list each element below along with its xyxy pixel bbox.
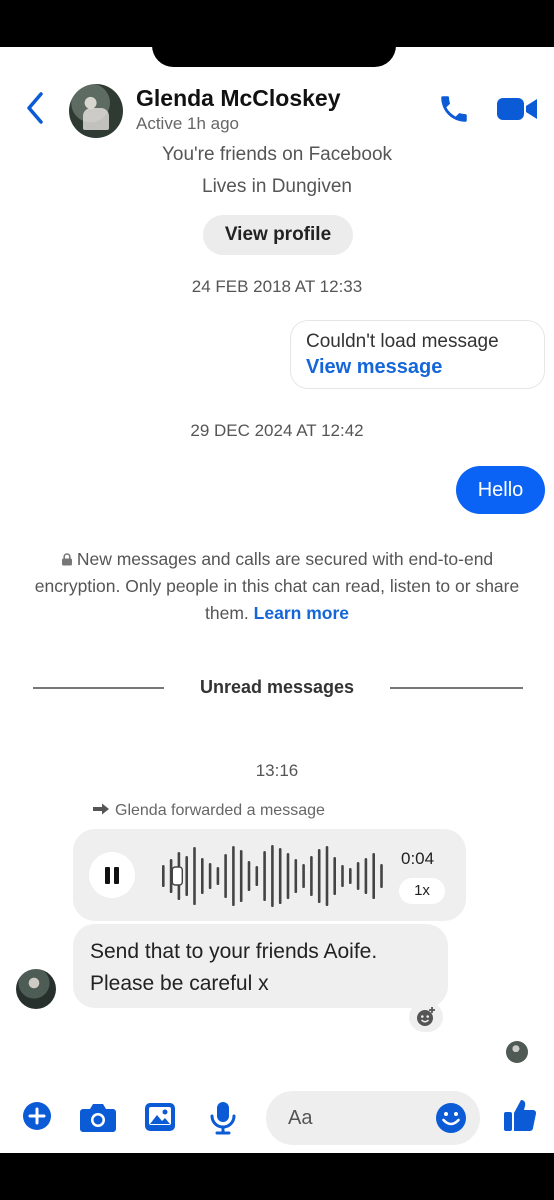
waveform-bar: [216, 867, 220, 885]
waveform-bar: [341, 865, 344, 887]
failed-message-text: Couldn't load message: [306, 331, 499, 352]
home-indicator-area: [0, 1153, 554, 1200]
camera-icon[interactable]: [79, 1101, 117, 1133]
forwarded-text: Glenda forwarded a message: [115, 802, 325, 819]
waveform-bar: [380, 864, 383, 888]
forward-arrow-icon: [93, 803, 109, 815]
waveform-bar: [286, 853, 290, 899]
timestamp: 29 DEC 2024 AT 12:42: [190, 421, 364, 440]
waveform-bar: [325, 846, 329, 906]
timestamp: 13:16: [255, 761, 299, 780]
waveform-bar: [310, 856, 313, 896]
waveform-bar: [239, 850, 243, 902]
friends-info: You're friends on Facebook: [161, 144, 393, 165]
timestamp: 24 FEB 2018 AT 12:33: [191, 277, 363, 296]
voice-message-bubble: 0:04 1x: [73, 829, 466, 921]
playback-speed-button[interactable]: 1x: [399, 878, 445, 904]
seen-indicator-avatar: [506, 1041, 528, 1063]
back-icon[interactable]: [24, 91, 46, 125]
waveform-bar: [247, 861, 251, 891]
unread-divider-label: Unread messages: [199, 677, 355, 697]
waveform-bar: [224, 854, 227, 898]
message-line: Send that to your friends Aoife.: [90, 940, 378, 963]
gallery-icon[interactable]: [143, 1101, 177, 1133]
video-icon[interactable]: [496, 94, 538, 124]
waveform-bar: [162, 865, 165, 887]
like-icon[interactable]: [503, 1097, 537, 1133]
lock-icon: [61, 553, 72, 566]
add-reaction-icon: [417, 1007, 435, 1026]
encryption-notice: New messages and calls are secured with …: [20, 546, 534, 627]
waveform-bar: [294, 859, 298, 893]
plus-icon[interactable]: [22, 1101, 52, 1131]
waveform-bar: [185, 856, 188, 896]
message-line: Please be careful x: [90, 972, 269, 995]
view-message-link[interactable]: View message: [306, 356, 544, 379]
waveform-bar: [356, 862, 360, 890]
waveform-bar: [201, 858, 204, 894]
waveform-bar: [317, 849, 321, 903]
audio-waveform[interactable]: [161, 837, 387, 915]
waveform-bar: [302, 864, 305, 888]
waveform-bar: [232, 846, 235, 906]
waveform-bar: [372, 853, 375, 899]
microphone-icon[interactable]: [209, 1101, 237, 1135]
waveform-bar: [333, 857, 336, 895]
message-input-placeholder: Aa: [288, 1107, 313, 1129]
message-composer: Aa: [0, 1087, 554, 1153]
view-profile-button[interactable]: View profile: [203, 215, 353, 255]
failed-message-bubble: Couldn't load message View message: [290, 320, 545, 389]
active-status: Active 1h ago: [136, 114, 240, 133]
message-input[interactable]: Aa: [266, 1091, 480, 1145]
waveform-bar: [364, 858, 368, 894]
contact-name[interactable]: Glenda McCloskey: [136, 85, 341, 112]
add-reaction-button[interactable]: [409, 1002, 443, 1032]
dynamic-island: [152, 24, 396, 67]
waveform-bar: [349, 868, 352, 884]
voice-duration: 0:04: [401, 849, 435, 868]
phone-icon[interactable]: [437, 92, 471, 126]
waveform-bar: [255, 866, 259, 886]
forwarded-label: Glenda forwarded a message: [92, 802, 325, 820]
waveform-bar: [208, 863, 212, 889]
waveform-bar: [271, 845, 274, 907]
learn-more-link[interactable]: Learn more: [254, 603, 349, 623]
divider: [33, 687, 164, 689]
chat-screen: Glenda McCloskey Active 1h ago You're fr…: [0, 47, 554, 1153]
waveform-bar: [278, 848, 282, 904]
avatar[interactable]: [69, 84, 123, 138]
sent-message-bubble[interactable]: Hello: [456, 466, 545, 514]
sender-avatar[interactable]: [16, 969, 56, 1009]
playhead-handle[interactable]: [171, 866, 184, 886]
pause-icon[interactable]: [89, 852, 135, 898]
divider: [390, 687, 523, 689]
received-message-bubble[interactable]: Send that to your friends Aoife. Please …: [73, 924, 448, 1008]
lives-info: Lives in Dungiven: [202, 176, 352, 197]
waveform-bar: [193, 847, 196, 905]
waveform-bar: [263, 851, 266, 901]
emoji-icon[interactable]: [434, 1101, 468, 1135]
